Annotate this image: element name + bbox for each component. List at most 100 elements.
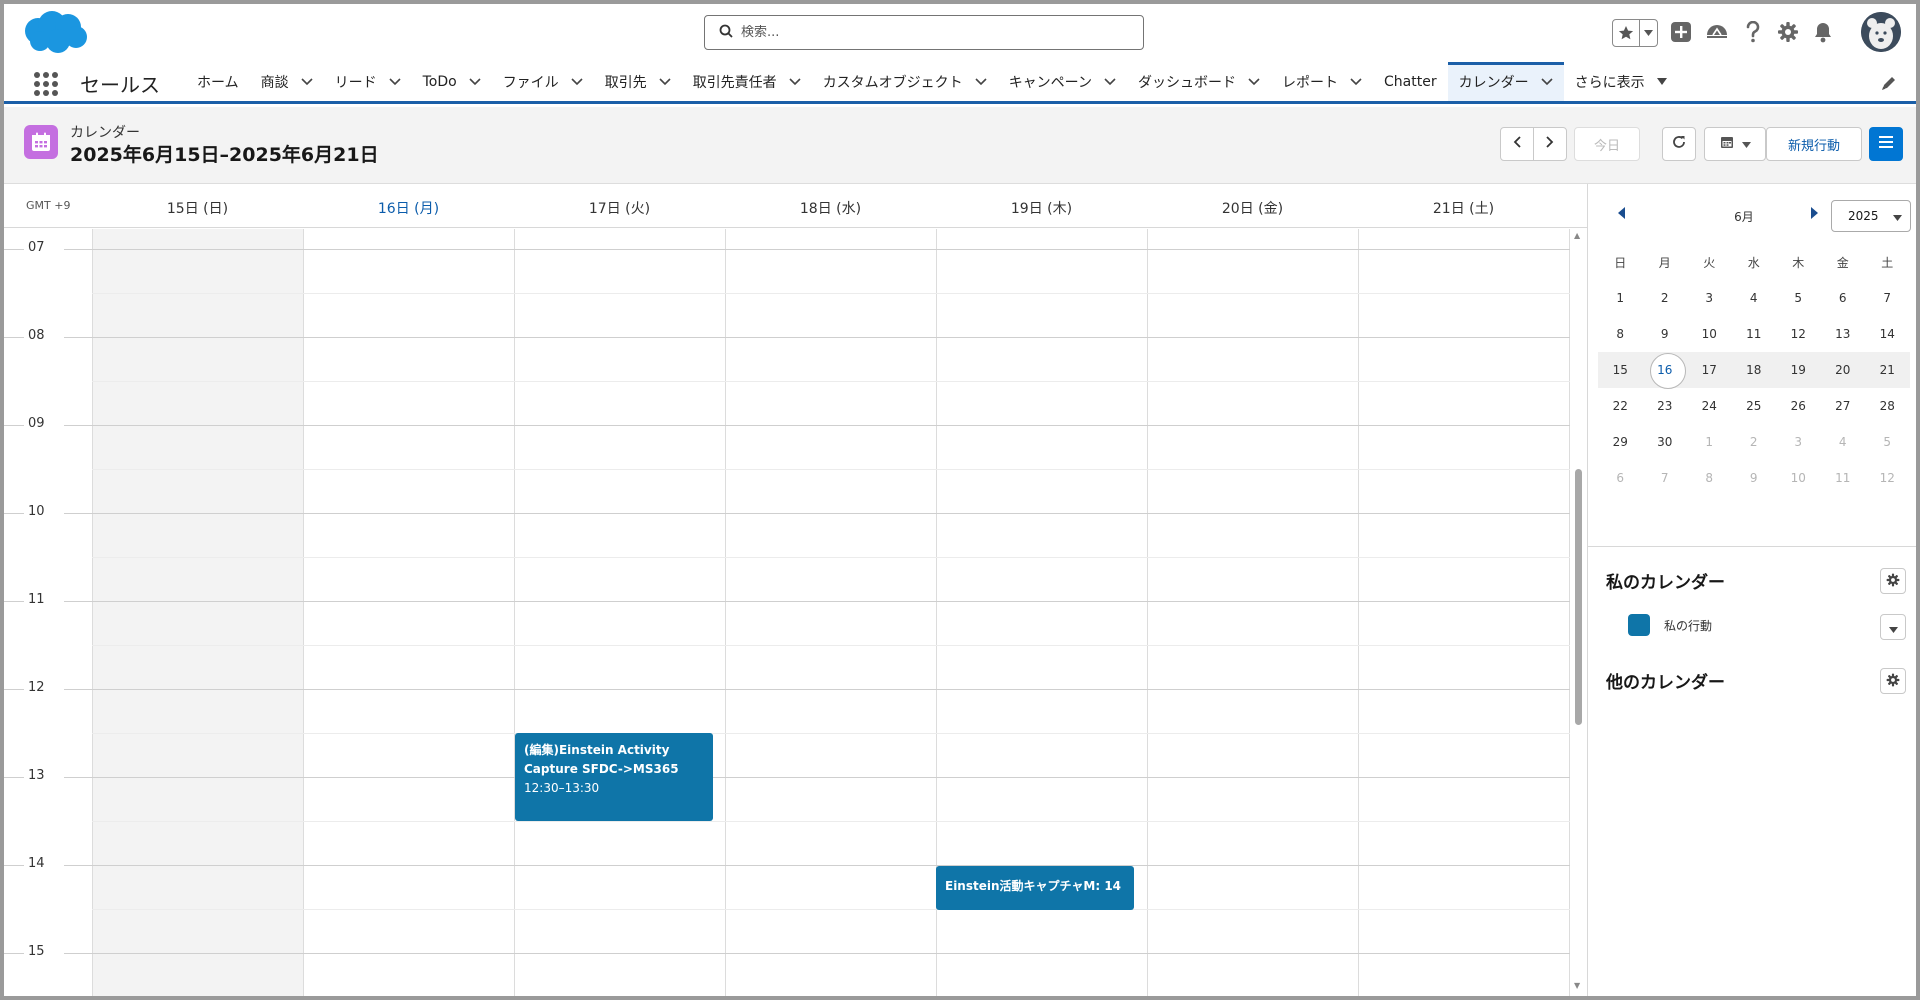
- caret-down-icon[interactable]: [1656, 78, 1667, 85]
- calendar-view-menu-button[interactable]: [1704, 127, 1766, 161]
- mini-calendar-day[interactable]: 14: [1865, 327, 1910, 341]
- my-calendars-settings-button[interactable]: [1880, 568, 1906, 594]
- chevron-down-icon[interactable]: [975, 77, 987, 86]
- my-calendar-item[interactable]: 私の行動: [1628, 614, 1712, 636]
- nav-tab-13[interactable]: さらに表示: [1564, 62, 1678, 101]
- mini-calendar-day[interactable]: 22: [1598, 399, 1643, 413]
- favorites-dropdown-icon[interactable]: [1640, 20, 1657, 46]
- mini-calendar-day[interactable]: 25: [1732, 399, 1777, 413]
- mini-calendar-day[interactable]: 16: [1643, 353, 1688, 389]
- year-select[interactable]: 2025: [1831, 200, 1911, 232]
- mini-calendar-day[interactable]: 8: [1687, 471, 1732, 485]
- favorite-star-icon[interactable]: [1613, 20, 1641, 46]
- mini-calendar-day[interactable]: 5: [1865, 435, 1910, 449]
- day-header-4[interactable]: 19日 (木): [936, 198, 1147, 218]
- mini-calendar-day[interactable]: 3: [1776, 435, 1821, 449]
- list-view-button[interactable]: [1869, 127, 1903, 161]
- mini-calendar-day[interactable]: 6: [1598, 471, 1643, 485]
- chevron-down-icon[interactable]: [1248, 77, 1260, 86]
- nav-tab-12[interactable]: カレンダー: [1447, 62, 1564, 101]
- day-header-3[interactable]: 18日 (水): [725, 198, 936, 218]
- mini-calendar-day[interactable]: 1: [1598, 291, 1643, 305]
- mini-calendar-day[interactable]: 19: [1776, 363, 1821, 377]
- mini-calendar-day[interactable]: 5: [1776, 291, 1821, 305]
- calendar-event[interactable]: Einstein活動キャプチャM: 14: [936, 866, 1134, 910]
- nav-tab-8[interactable]: キャンペーン: [998, 62, 1127, 101]
- chevron-down-icon[interactable]: [1350, 77, 1362, 86]
- day-header-5[interactable]: 20日 (金): [1147, 198, 1358, 218]
- mini-calendar-day[interactable]: 12: [1776, 327, 1821, 341]
- other-calendars-settings-button[interactable]: [1880, 668, 1906, 694]
- mini-calendar-day[interactable]: 24: [1687, 399, 1732, 413]
- mini-calendar-day[interactable]: 11: [1732, 327, 1777, 341]
- next-month-icon[interactable]: [1810, 204, 1818, 223]
- previous-month-icon[interactable]: [1618, 204, 1626, 223]
- calendar-week-grid[interactable]: 07 08 09 10 11 12 13 14 15 (編集)Einstein Activity…: [4, 229, 1587, 996]
- notifications-bell-icon[interactable]: [1809, 18, 1837, 46]
- nav-tab-4[interactable]: ファイル: [492, 62, 594, 101]
- mini-calendar-day[interactable]: 27: [1821, 399, 1866, 413]
- nav-tab-10[interactable]: レポート: [1271, 62, 1373, 101]
- mini-calendar-day[interactable]: 12: [1865, 471, 1910, 485]
- user-avatar[interactable]: [1861, 12, 1901, 52]
- new-event-button[interactable]: 新規行動: [1766, 127, 1862, 161]
- scroll-up-arrow-icon[interactable]: ▲: [1574, 231, 1580, 240]
- mini-calendar-day[interactable]: 15: [1598, 363, 1643, 377]
- mini-calendar-day[interactable]: 21: [1865, 363, 1910, 377]
- nav-tab-9[interactable]: ダッシュボード: [1127, 62, 1271, 101]
- nav-tab-5[interactable]: 取引先: [594, 62, 682, 101]
- calendar-scrollbar[interactable]: ▲ ▼: [1570, 229, 1587, 996]
- chevron-down-icon[interactable]: [789, 77, 801, 86]
- trailhead-icon[interactable]: [1703, 18, 1731, 46]
- mini-calendar-day[interactable]: 17: [1687, 363, 1732, 377]
- my-calendar-options-button[interactable]: [1880, 614, 1906, 640]
- salesforce-logo[interactable]: [20, 9, 90, 57]
- nav-tab-2[interactable]: リード: [324, 62, 412, 101]
- mini-calendar-day[interactable]: 2: [1732, 435, 1777, 449]
- help-icon[interactable]: [1739, 18, 1767, 46]
- previous-week-button[interactable]: [1500, 127, 1534, 161]
- mini-calendar-day[interactable]: 20: [1821, 363, 1866, 377]
- chevron-down-icon[interactable]: [659, 77, 671, 86]
- mini-calendar-day[interactable]: 11: [1821, 471, 1866, 485]
- next-week-button[interactable]: [1533, 127, 1567, 161]
- mini-calendar-day[interactable]: 7: [1865, 291, 1910, 305]
- mini-calendar-day[interactable]: 3: [1687, 291, 1732, 305]
- app-launcher-icon[interactable]: [34, 72, 58, 96]
- chevron-down-icon[interactable]: [1104, 77, 1116, 86]
- mini-calendar-day[interactable]: 28: [1865, 399, 1910, 413]
- mini-calendar-day[interactable]: 30: [1643, 435, 1688, 449]
- calendar-event[interactable]: (編集)Einstein Activity Capture SFDC->MS36…: [515, 733, 713, 821]
- chevron-down-icon[interactable]: [301, 77, 313, 86]
- mini-calendar-day[interactable]: 10: [1776, 471, 1821, 485]
- day-header-1[interactable]: 16日 (月): [303, 198, 514, 218]
- mini-calendar-day[interactable]: 13: [1821, 327, 1866, 341]
- mini-calendar-day[interactable]: 23: [1643, 399, 1688, 413]
- global-add-icon[interactable]: [1667, 18, 1695, 46]
- chevron-down-icon[interactable]: [469, 77, 481, 86]
- day-header-6[interactable]: 21日 (土): [1358, 198, 1569, 218]
- today-button[interactable]: 今日: [1574, 127, 1640, 161]
- chevron-down-icon[interactable]: [571, 77, 583, 86]
- edit-nav-pencil-icon[interactable]: [1880, 74, 1898, 92]
- nav-tab-0[interactable]: ホーム: [186, 62, 250, 101]
- mini-calendar-day[interactable]: 9: [1643, 327, 1688, 341]
- mini-calendar-day[interactable]: 1: [1687, 435, 1732, 449]
- global-search[interactable]: [704, 15, 1144, 50]
- nav-tab-7[interactable]: カスタムオブジェクト: [812, 62, 998, 101]
- nav-tab-1[interactable]: 商談: [250, 62, 324, 101]
- mini-calendar-day[interactable]: 9: [1732, 471, 1777, 485]
- mini-calendar-day[interactable]: 2: [1643, 291, 1688, 305]
- chevron-down-icon[interactable]: [389, 77, 401, 86]
- mini-calendar-day[interactable]: 26: [1776, 399, 1821, 413]
- nav-tab-6[interactable]: 取引先責任者: [682, 62, 812, 101]
- mini-calendar-day[interactable]: 4: [1732, 291, 1777, 305]
- mini-calendar-day[interactable]: 8: [1598, 327, 1643, 341]
- scrollbar-thumb[interactable]: [1575, 469, 1582, 725]
- day-header-2[interactable]: 17日 (火): [514, 198, 725, 218]
- setup-gear-icon[interactable]: [1774, 18, 1802, 46]
- nav-tab-3[interactable]: ToDo: [412, 62, 492, 101]
- chevron-down-icon[interactable]: [1541, 77, 1553, 86]
- refresh-button[interactable]: [1662, 127, 1696, 161]
- scroll-down-arrow-icon[interactable]: ▼: [1574, 981, 1580, 990]
